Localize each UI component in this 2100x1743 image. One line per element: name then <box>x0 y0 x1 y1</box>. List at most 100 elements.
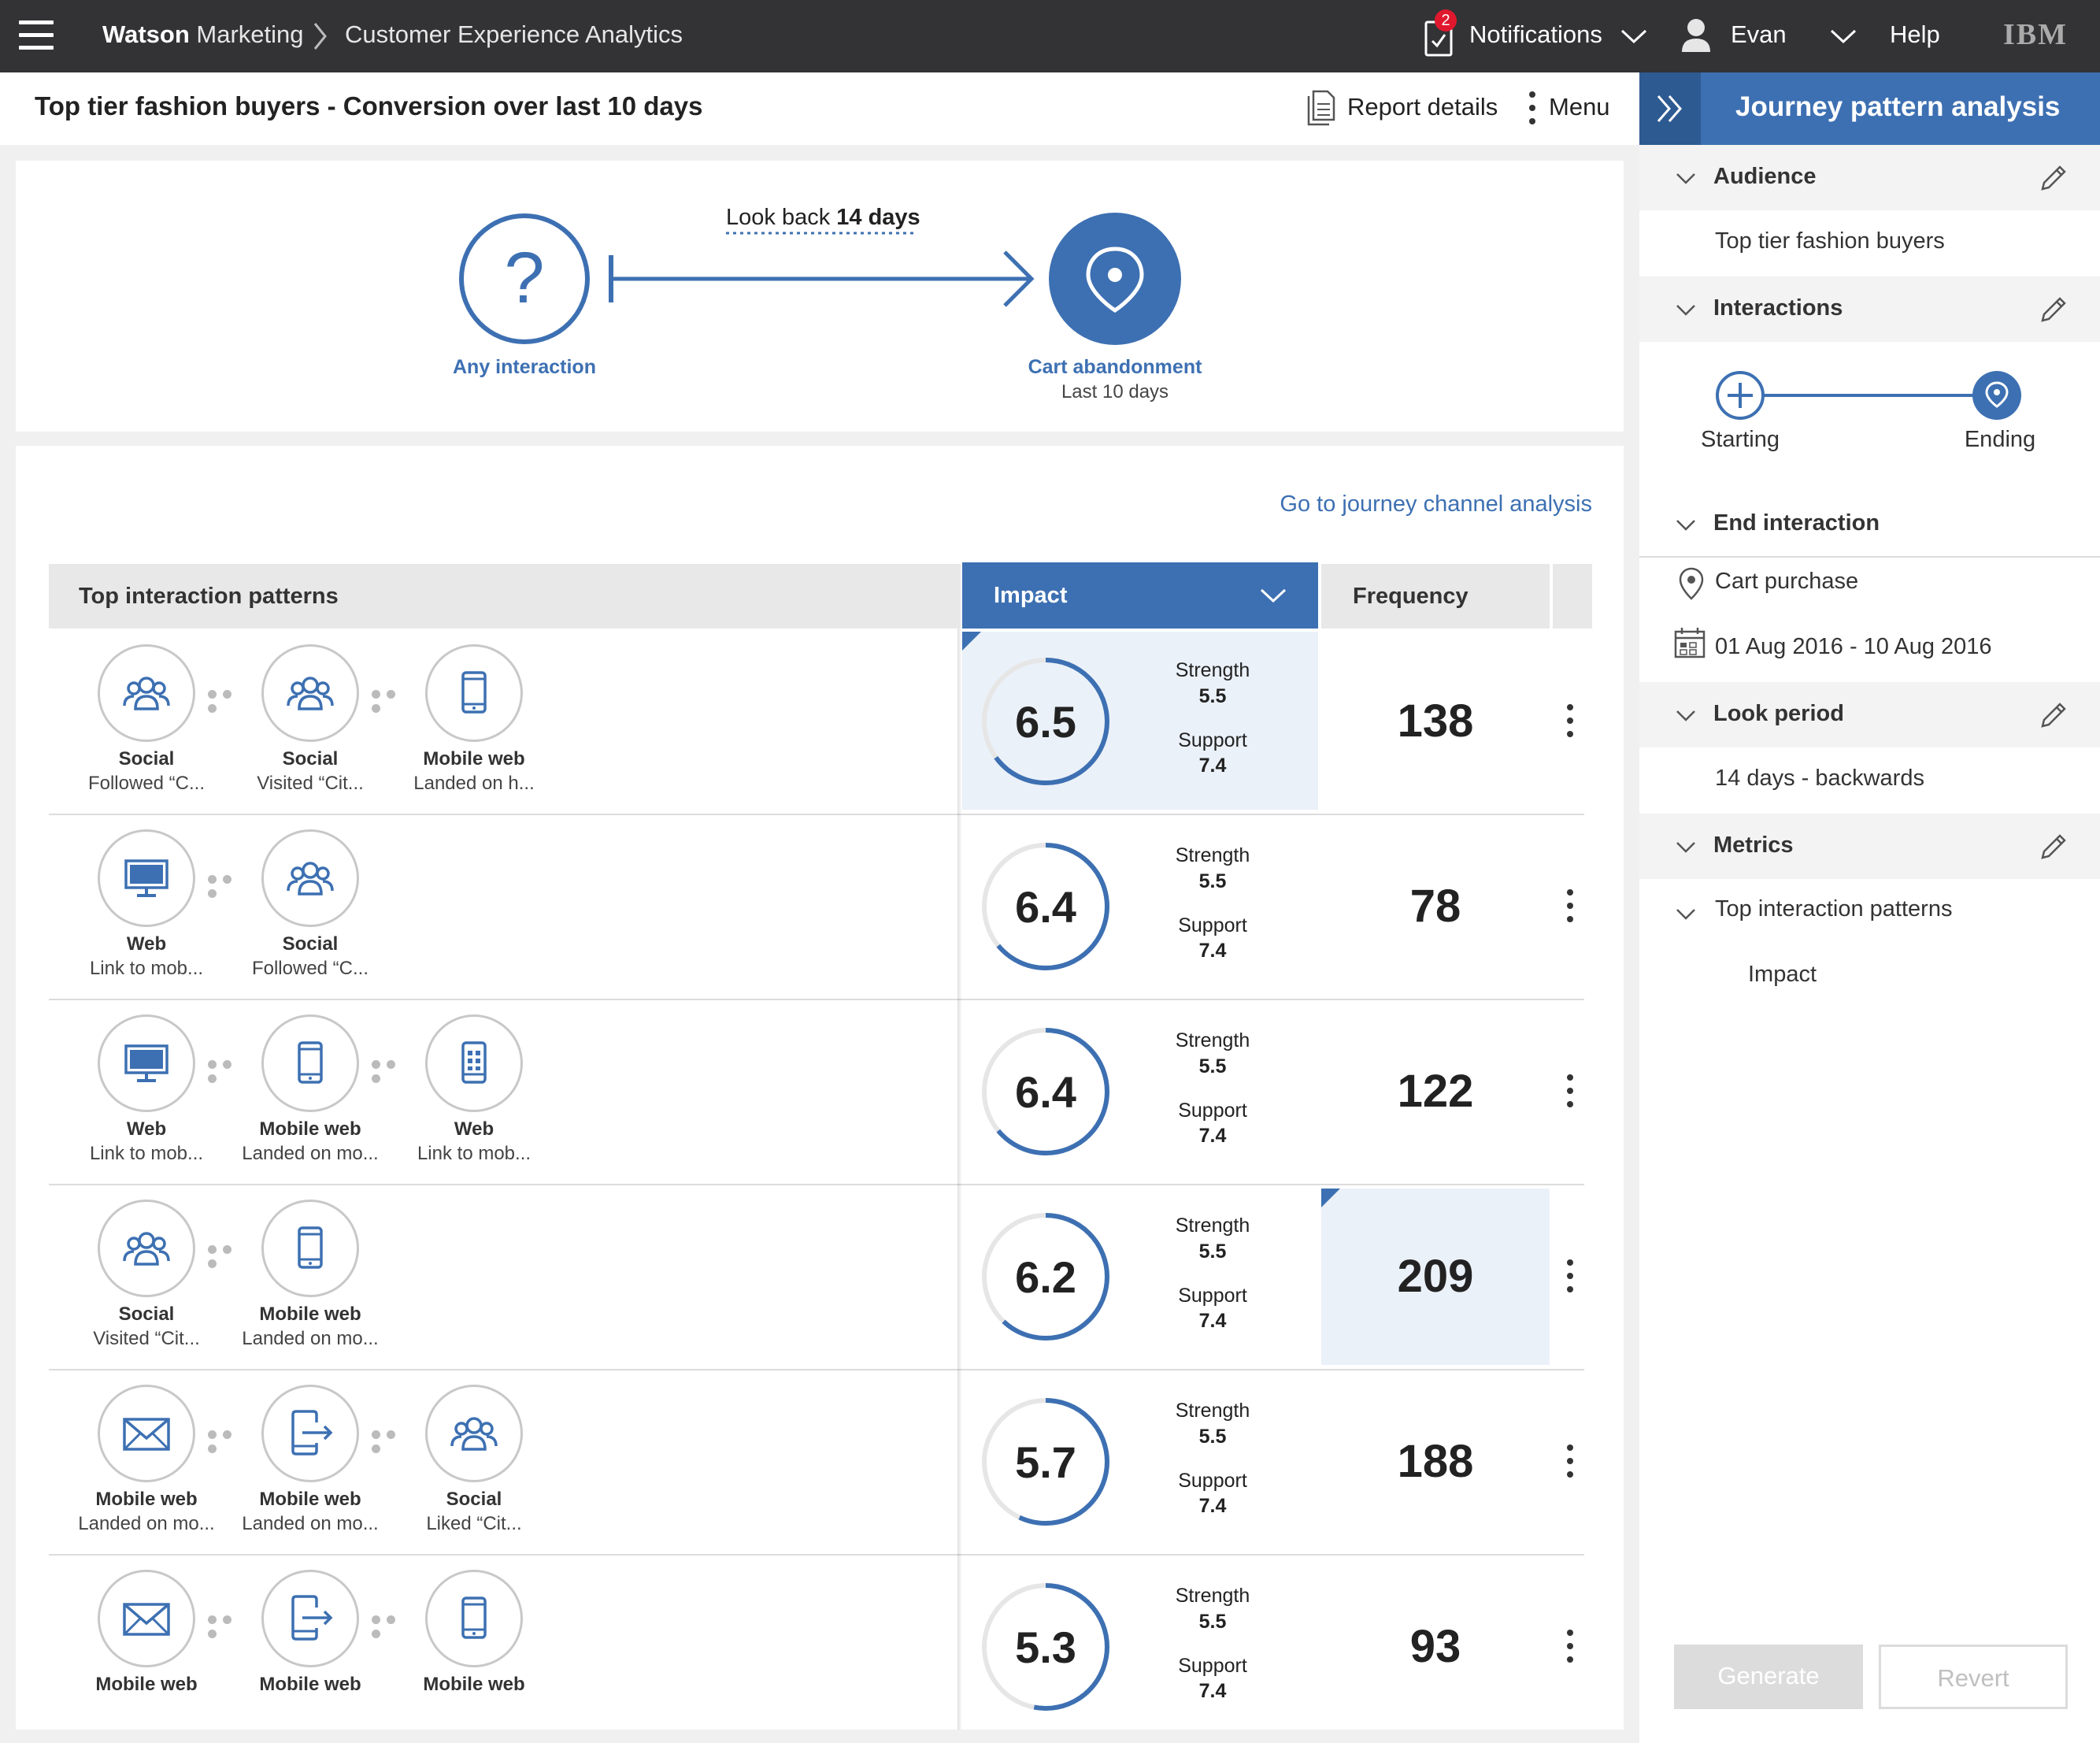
audience-label: Audience <box>1713 164 1817 189</box>
pattern-step-detail: Followed “C... <box>251 958 369 979</box>
monitor-channel-circle[interactable] <box>98 1014 195 1112</box>
mobile-icon <box>461 671 487 714</box>
report-details-button[interactable]: Report details <box>1347 93 1498 121</box>
table-row[interactable]: Social Visited “Cit... Mobile web Landed on… <box>49 1185 1592 1370</box>
date-range-value[interactable]: 01 Aug 2016 - 10 Aug 2016 <box>1715 634 1992 660</box>
table-row[interactable]: Mobile web Mobile web Mobile web 5.3 Strengt… <box>49 1556 1592 1741</box>
revert-button[interactable]: Revert <box>1879 1645 2068 1709</box>
user-name[interactable]: Evan <box>1731 20 1787 49</box>
email-channel-circle[interactable] <box>98 1570 195 1667</box>
support-label: Support <box>1178 1470 1247 1492</box>
mobile-channel-circle[interactable] <box>261 1200 359 1297</box>
sequence-dots <box>208 688 252 713</box>
pattern-step-label: Mobile web <box>259 1674 361 1695</box>
monitor-channel-circle[interactable] <box>98 829 195 927</box>
mobile-icon <box>298 1041 323 1084</box>
edit-pencil-icon[interactable] <box>2038 699 2069 731</box>
mobile-channel-circle[interactable] <box>425 1570 523 1667</box>
row-actions-kebab-icon[interactable] <box>1565 1630 1575 1666</box>
mobile-channel-circle[interactable] <box>261 1014 359 1112</box>
support-value: 7.4 <box>1198 1680 1227 1702</box>
journey-channel-analysis-link[interactable]: Go to journey channel analysis <box>1280 491 1592 517</box>
strength-value: 5.5 <box>1198 1611 1227 1633</box>
metrics-impact[interactable]: Impact <box>1748 962 1817 988</box>
support-value: 7.4 <box>1198 755 1227 777</box>
edit-pencil-icon[interactable] <box>2038 831 2069 862</box>
impact-value: 5.7 <box>1015 1437 1076 1487</box>
collapse-panel-button[interactable] <box>1639 72 1701 145</box>
hamburger-menu-icon[interactable] <box>19 20 54 50</box>
generate-button[interactable]: Generate <box>1674 1645 1863 1709</box>
pattern-step-label: Social <box>282 748 339 770</box>
column-header-patterns: Top interaction patterns <box>49 564 961 629</box>
strength-value: 5.5 <box>1198 1240 1227 1263</box>
ending-point-label[interactable]: Ending <box>1959 427 2041 453</box>
mobile-app-icon <box>461 1041 487 1084</box>
frequency-value: 138 <box>1397 695 1474 747</box>
journey-pattern-panel: Journey pattern analysis Audience Top ti… <box>1639 72 2100 1743</box>
menu-kebab-icon[interactable] <box>1528 91 1537 128</box>
sort-chevron-down-icon[interactable] <box>1260 588 1287 603</box>
sequence-dots <box>372 1059 416 1083</box>
row-actions-kebab-icon[interactable] <box>1565 1259 1575 1296</box>
menu-button[interactable]: Menu <box>1549 93 1610 121</box>
social-channel-circle[interactable] <box>425 1385 523 1482</box>
brand-name[interactable]: Watson Marketing <box>102 20 304 49</box>
calendar-icon[interactable] <box>1672 625 1707 660</box>
table-row[interactable]: Social Followed “C... Social Visited “Cit..… <box>49 630 1592 815</box>
pattern-step-label: Social <box>446 1489 502 1510</box>
chevron-down-icon <box>1676 173 1695 184</box>
ibm-logo: IBM <box>2003 18 2068 51</box>
audience-section-header[interactable]: Audience <box>1639 145 2100 210</box>
report-document-icon[interactable] <box>1306 90 1337 126</box>
chevron-down-icon[interactable] <box>1830 28 1857 44</box>
row-actions-kebab-icon[interactable] <box>1565 1074 1575 1111</box>
mobile-exit-channel-circle[interactable] <box>261 1385 359 1482</box>
support-label: Support <box>1178 1100 1247 1122</box>
sequence-dots <box>208 1429 252 1453</box>
table-row[interactable]: Web Link to mob... Mobile web Landed on mo.… <box>49 1000 1592 1185</box>
cart-purchase-value: Cart purchase <box>1715 569 1859 594</box>
pattern-step-detail: Visited “Cit... <box>257 773 364 794</box>
pattern-step-label: Mobile web <box>423 748 525 770</box>
starting-point-label[interactable]: Starting <box>1699 427 1781 453</box>
metrics-top-patterns[interactable]: Top interaction patterns <box>1715 896 1952 922</box>
table-row[interactable]: Web Link to mob... Social Followed “C... 6.4… <box>49 815 1592 1000</box>
look-period-value: 14 days - backwards <box>1715 766 1924 791</box>
mobile-exit-channel-circle[interactable] <box>261 1570 359 1667</box>
impact-value: 6.4 <box>1015 1067 1076 1117</box>
interactions-section-header[interactable]: Interactions <box>1639 276 2100 342</box>
lookback-label[interactable]: Look back 14 days <box>726 205 920 231</box>
pattern-step-label: Social <box>118 1304 175 1325</box>
social-channel-circle[interactable] <box>261 644 359 742</box>
table-row[interactable]: Mobile web Landed on mo... Mobile web Lande… <box>49 1370 1592 1556</box>
sequence-dots <box>208 1059 252 1083</box>
mobile-app-channel-circle[interactable] <box>425 1014 523 1112</box>
pattern-step-detail: Landed on mo... <box>242 1513 379 1534</box>
end-interaction-section-header[interactable]: End interaction <box>1639 491 2100 558</box>
edit-pencil-icon[interactable] <box>2038 294 2069 325</box>
chevron-down-icon[interactable] <box>1620 28 1647 44</box>
social-channel-circle[interactable] <box>98 1200 195 1297</box>
mobile-channel-circle[interactable] <box>425 644 523 742</box>
notifications-button[interactable]: Notifications <box>1469 20 1602 49</box>
pattern-step-label: Mobile web <box>259 1489 361 1510</box>
row-actions-kebab-icon[interactable] <box>1565 889 1575 925</box>
metrics-section-header[interactable]: Metrics <box>1639 814 2100 879</box>
social-channel-circle[interactable] <box>261 829 359 927</box>
row-actions-kebab-icon[interactable] <box>1565 1444 1575 1481</box>
chevron-down-icon[interactable] <box>1676 904 1696 925</box>
email-channel-circle[interactable] <box>98 1385 195 1482</box>
column-header-impact[interactable]: Impact <box>962 562 1318 629</box>
frequency-value: 122 <box>1397 1066 1474 1117</box>
help-link[interactable]: Help <box>1890 20 1940 49</box>
svg-text:?: ? <box>504 238 544 318</box>
edit-pencil-icon[interactable] <box>2038 162 2069 194</box>
strength-label: Strength <box>1175 659 1250 681</box>
social-channel-circle[interactable] <box>98 644 195 742</box>
look-period-section-header[interactable]: Look period <box>1639 682 2100 747</box>
row-actions-kebab-icon[interactable] <box>1565 704 1575 740</box>
pattern-step-label: Social <box>118 748 175 770</box>
breadcrumb-customer-experience-analytics[interactable]: Customer Experience Analytics <box>345 20 683 49</box>
user-avatar-icon[interactable] <box>1680 17 1712 54</box>
